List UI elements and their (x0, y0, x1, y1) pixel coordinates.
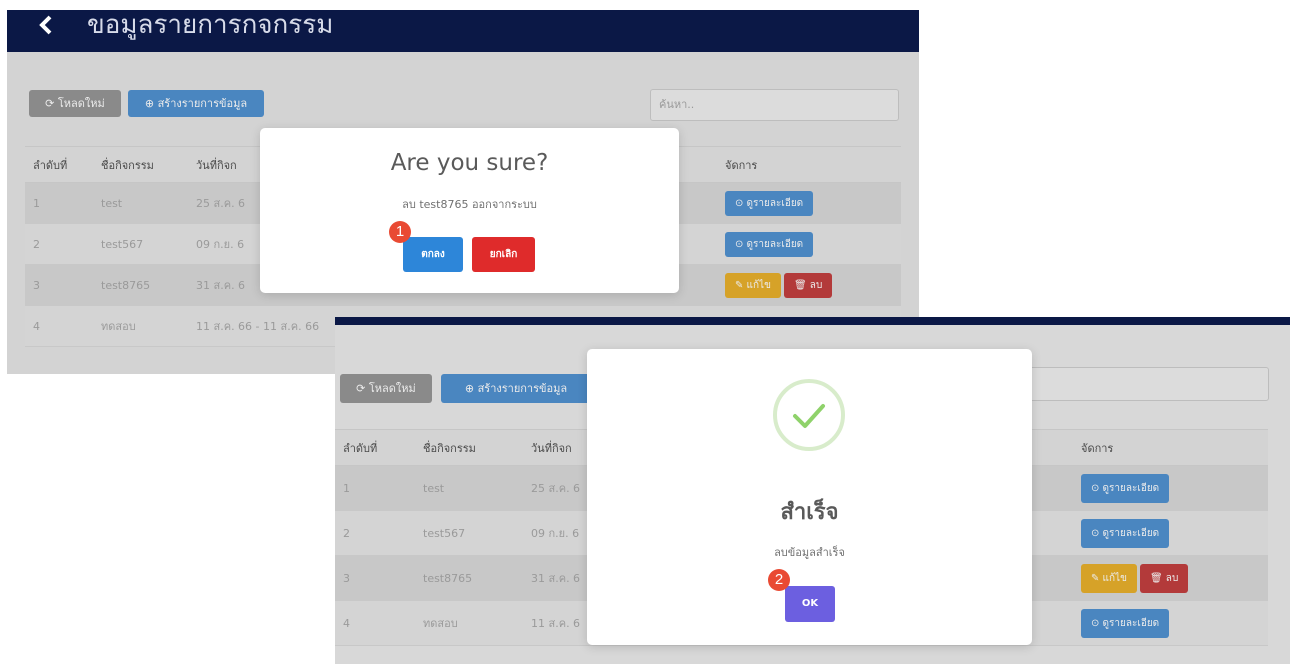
confirm-dialog-title: Are you sure? (390, 150, 549, 176)
create-record-button[interactable]: ⊕ สร้างรายการข้อมูล (128, 90, 264, 117)
cell-actions: ✎ แก้ไข 🗑 ลบ (717, 264, 901, 306)
cell-no: 1 (25, 182, 93, 224)
success-dialog-title: สำเร็จ (780, 500, 839, 525)
page-header: ขอมูลรายการกจกรรม (7, 10, 919, 52)
cell-name: test567 (93, 223, 188, 265)
cell-name: test8765 (415, 555, 523, 601)
cell-actions: ⊙ ดูรายละเอียด (1073, 510, 1268, 556)
view-details-button[interactable]: ⊙ ดูรายละเอียด (1081, 608, 1170, 638)
cell-no: 3 (335, 555, 415, 601)
view-details-button[interactable]: ⊙ ดูรายละเอียด (1081, 473, 1170, 503)
reload-button[interactable]: ⟳ โหลดใหม่ (340, 374, 432, 403)
view-details-button[interactable]: ⊙ ดูรายละเอียด (1081, 518, 1170, 548)
success-dialog-message: ลบข้อมูลสำเร็จ (774, 546, 845, 559)
success-ok-button[interactable]: OK (785, 586, 835, 622)
cell-actions: ⊙ ดูรายละเอียด (1073, 600, 1268, 646)
cell-name: ทดสอบ (93, 305, 188, 347)
col-header-actions: จัดการ (717, 146, 901, 183)
col-header-name: ชื่อกิจกรรม (415, 429, 523, 466)
check-icon (773, 379, 845, 451)
cell-name: ทดสอบ (415, 600, 523, 646)
back-arrow-icon[interactable] (35, 14, 57, 36)
view-details-button[interactable]: ⊙ ดูรายละเอียด (725, 231, 814, 257)
step-marker-1: 1 (389, 221, 411, 243)
edit-button[interactable]: ✎ แก้ไข (1081, 563, 1137, 593)
cell-no: 3 (25, 264, 93, 306)
reload-button[interactable]: ⟳ โหลดใหม่ (29, 90, 121, 117)
step-marker-2: 2 (768, 569, 790, 591)
page-header-strip (335, 317, 1290, 325)
search-input[interactable]: ค้นหา.. (650, 89, 899, 121)
cell-no: 4 (335, 600, 415, 646)
search-input[interactable]: หา.. (1001, 367, 1269, 401)
cell-actions: ⊙ ดูรายละเอียด (717, 182, 901, 224)
col-header-actions: จัดการ (1073, 429, 1268, 466)
cell-name: test (415, 465, 523, 511)
view-details-button[interactable]: ⊙ ดูรายละเอียด (725, 190, 814, 216)
cell-actions: ✎ แก้ไข 🗑 ลบ (1073, 555, 1268, 601)
confirm-ok-button[interactable]: ตกลง (403, 237, 463, 272)
cell-name: test567 (415, 510, 523, 556)
cell-no: 1 (335, 465, 415, 511)
cell-name: test8765 (93, 264, 188, 306)
col-header-no: ลำดับที่ (25, 146, 93, 183)
success-dialog: สำเร็จ ลบข้อมูลสำเร็จ OK 2 (587, 349, 1032, 645)
confirm-dialog: Are you sure? ลบ test8765 ออกจากระบบ ตกล… (260, 128, 679, 293)
cell-no: 2 (25, 223, 93, 265)
cell-no: 4 (25, 305, 93, 347)
col-header-name: ชื่อกิจกรรม (93, 146, 188, 183)
cell-actions: ⊙ ดูรายละเอียด (717, 223, 901, 265)
create-record-button[interactable]: ⊕ สร้างรายการข้อมูล (441, 374, 591, 403)
cell-actions: ⊙ ดูรายละเอียด (1073, 465, 1268, 511)
col-header-no: ลำดับที่ (335, 429, 415, 466)
edit-button[interactable]: ✎ แก้ไข (725, 272, 781, 298)
delete-button[interactable]: 🗑 ลบ (1139, 563, 1189, 593)
delete-button[interactable]: 🗑 ลบ (783, 272, 833, 298)
confirm-dialog-message: ลบ test8765 ออกจากระบบ (402, 198, 537, 211)
page-title: ขอมูลรายการกจกรรม (87, 10, 334, 40)
cell-no: 2 (335, 510, 415, 556)
cell-name: test (93, 182, 188, 224)
confirm-cancel-button[interactable]: ยกเลิก (472, 237, 535, 272)
